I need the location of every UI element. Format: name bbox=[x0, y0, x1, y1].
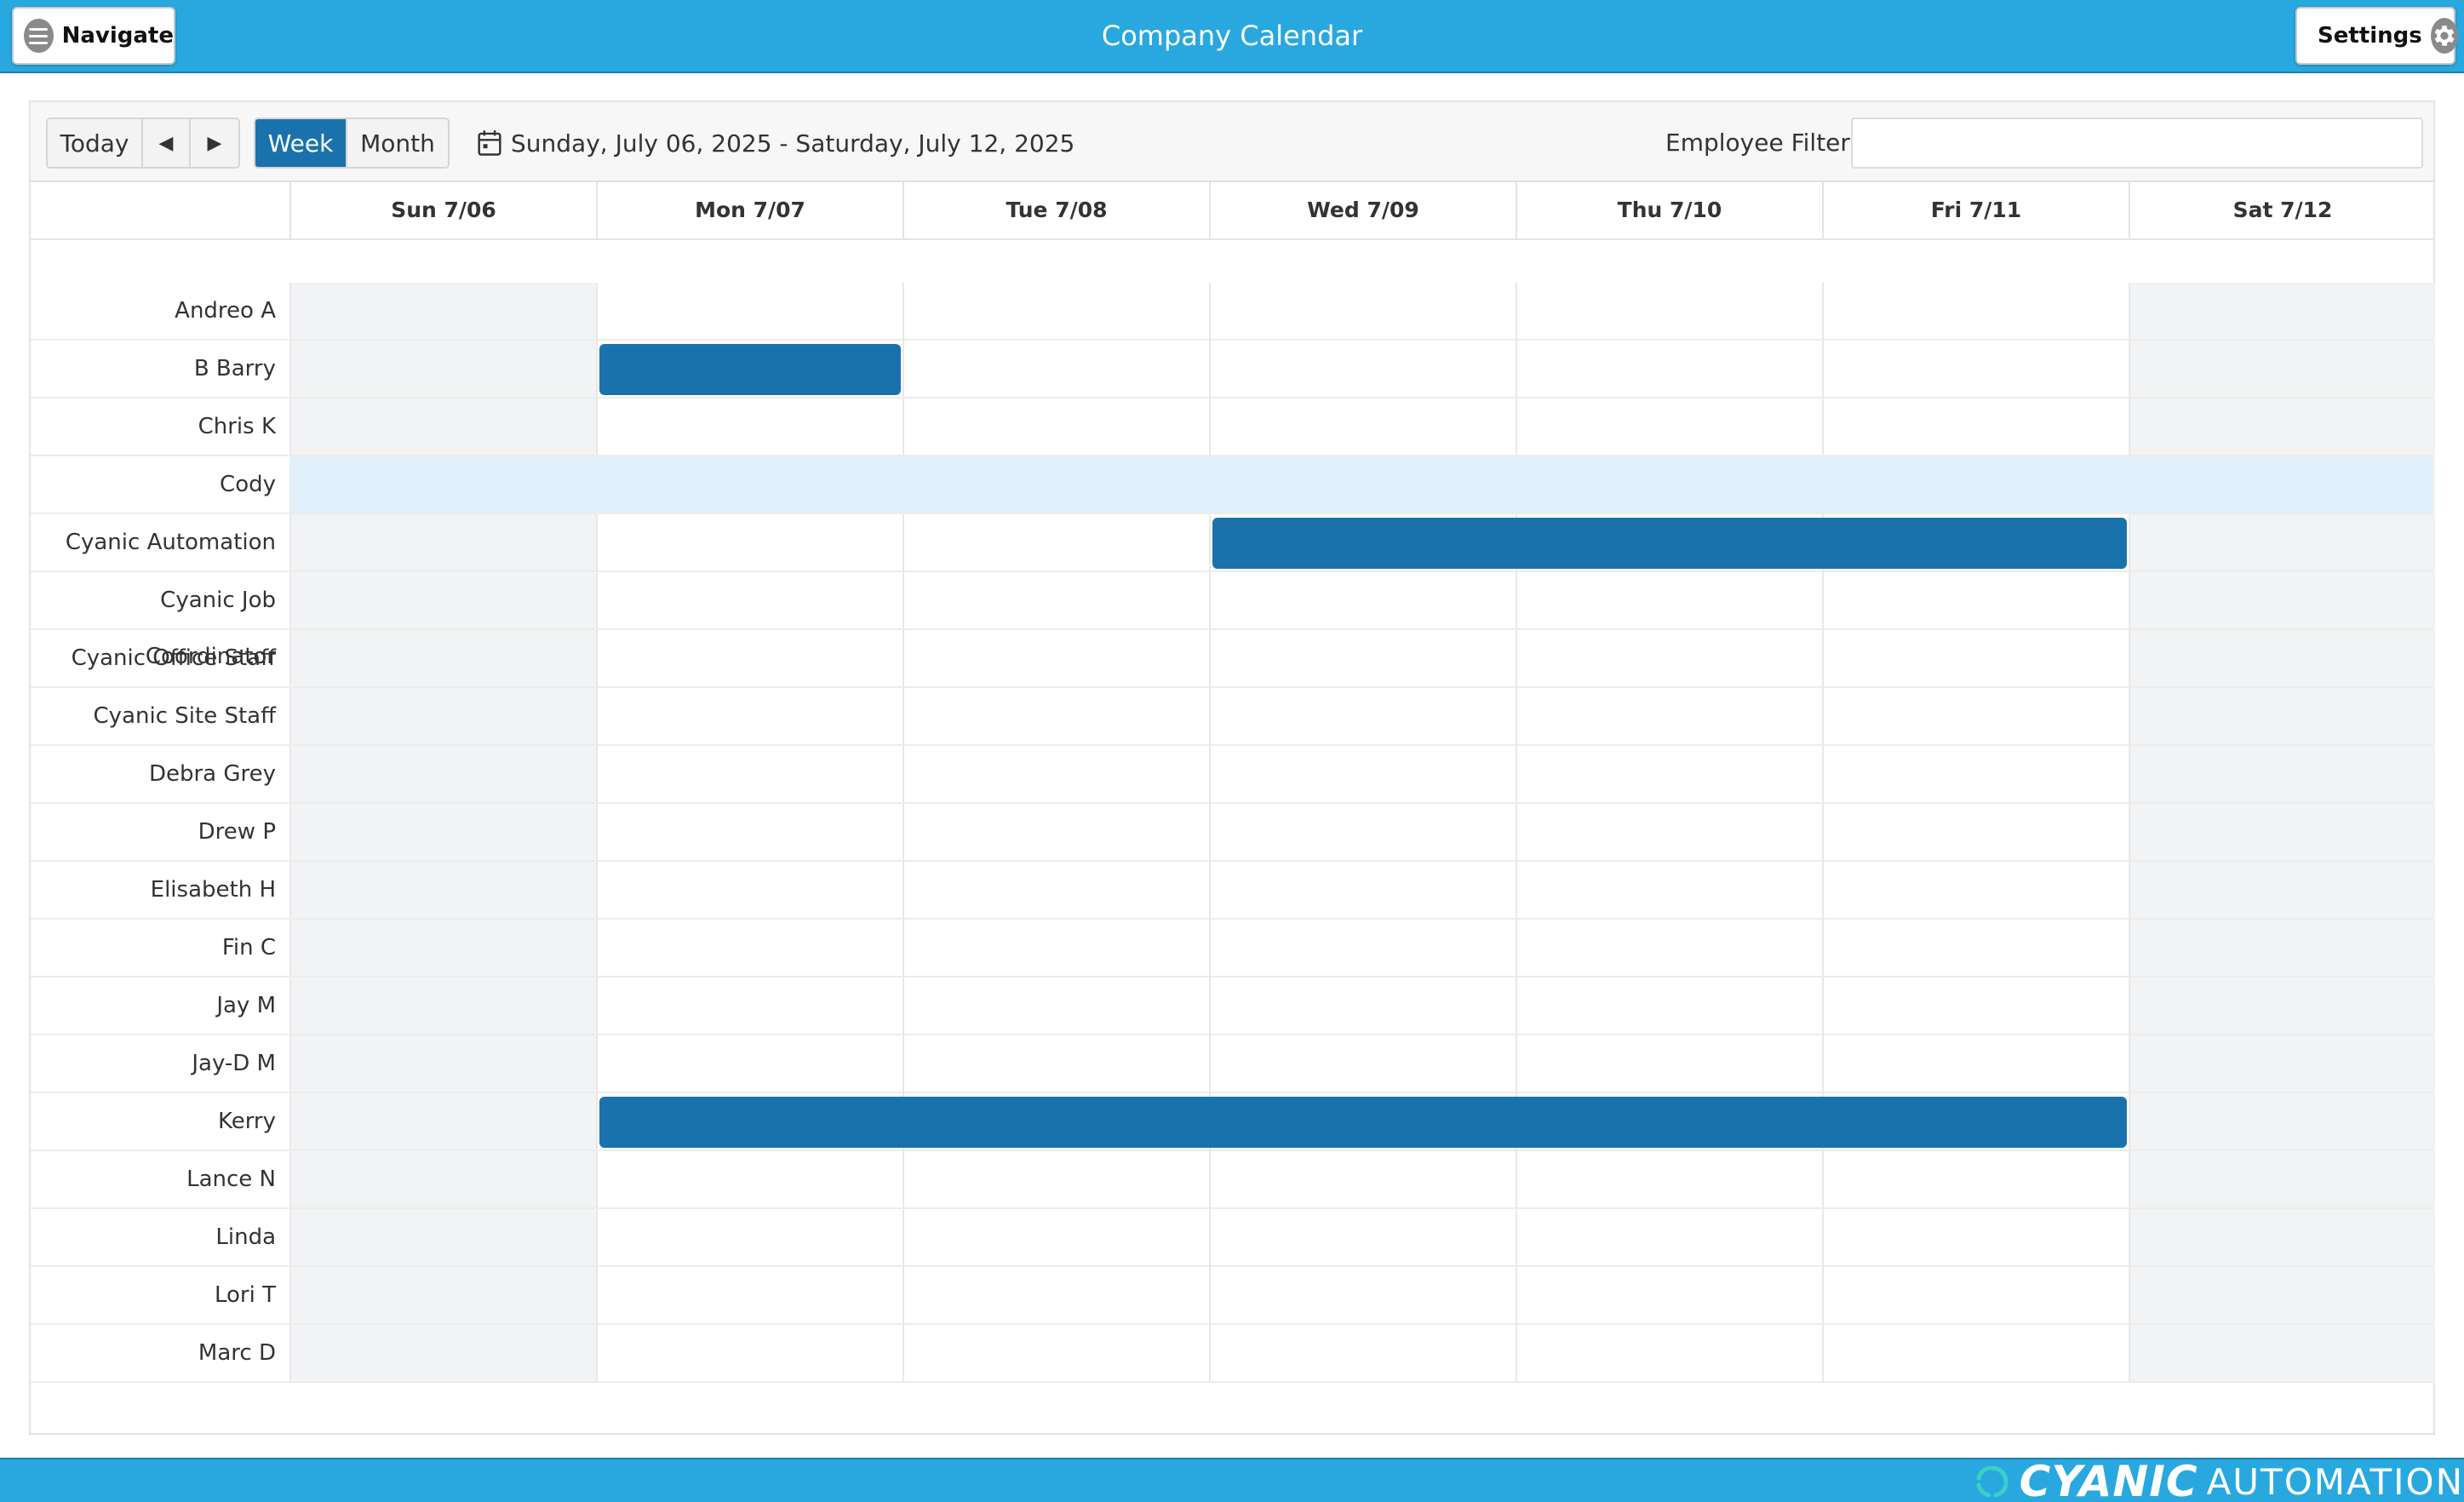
employee-name: Cyanic Automation bbox=[65, 530, 276, 555]
employee-filter-label: Employee Filter: bbox=[1665, 129, 1858, 157]
employee-row[interactable]: Jay M bbox=[31, 977, 2433, 1035]
brand-word-cyanic: CYANIC bbox=[2019, 1457, 2198, 1502]
day-header: Tue 7/08 bbox=[903, 182, 1209, 238]
caret-left-icon: ◀ bbox=[158, 132, 174, 154]
calendar-toolbar: Today ◀ ▶ Week Month Sunday, July 06, 20… bbox=[31, 102, 2433, 182]
week-view-button[interactable]: Week bbox=[255, 119, 347, 167]
day-header: Sat 7/12 bbox=[2129, 182, 2435, 238]
calendar-event[interactable] bbox=[599, 344, 901, 395]
employee-filter-input[interactable] bbox=[1851, 118, 2423, 169]
day-header: Fri 7/11 bbox=[1822, 182, 2129, 238]
employee-row[interactable]: Elisabeth H bbox=[31, 862, 2433, 920]
employee-row[interactable]: Andreo A bbox=[31, 283, 2433, 341]
employee-row[interactable]: B Barry bbox=[31, 341, 2433, 398]
month-view-button[interactable]: Month bbox=[347, 119, 448, 167]
settings-label: Settings bbox=[2318, 23, 2422, 49]
date-range-text: Sunday, July 06, 2025 - Saturday, July 1… bbox=[511, 129, 1075, 158]
settings-button[interactable]: Settings bbox=[2295, 7, 2458, 65]
employee-row[interactable]: Marc D bbox=[31, 1325, 2433, 1383]
employee-row[interactable]: Jay-D M bbox=[31, 1035, 2433, 1093]
employee-name: Linda bbox=[215, 1224, 276, 1250]
employee-row[interactable]: Debra Grey bbox=[31, 746, 2433, 804]
employee-row[interactable]: Lance N bbox=[31, 1151, 2433, 1209]
calendar-event[interactable] bbox=[1212, 518, 2127, 569]
employee-name: Chris K bbox=[198, 414, 276, 439]
employee-row[interactable]: Drew P bbox=[31, 804, 2433, 862]
employee-row[interactable]: Kerry bbox=[31, 1093, 2433, 1151]
employee-name: Drew P bbox=[198, 819, 276, 845]
employee-row[interactable]: Chris K bbox=[31, 398, 2433, 456]
next-week-button[interactable]: ▶ bbox=[191, 119, 238, 167]
employee-name: Jay M bbox=[216, 993, 276, 1018]
employee-name: Cody bbox=[220, 472, 276, 497]
employee-row[interactable]: Fin C bbox=[31, 920, 2433, 977]
employee-name: Cyanic Site Staff bbox=[93, 703, 276, 729]
employee-name: Marc D bbox=[198, 1340, 276, 1366]
employee-name: Kerry bbox=[217, 1109, 276, 1134]
brand-logo: CYANIC AUTOMATION bbox=[1974, 1457, 2464, 1502]
employee-row[interactable]: Lori T bbox=[31, 1267, 2433, 1325]
app-footer: CYANIC AUTOMATION bbox=[0, 1457, 2464, 1502]
day-header: Mon 7/07 bbox=[596, 182, 903, 238]
page-title: Company Calendar bbox=[1101, 20, 1363, 52]
employee-row[interactable]: Cyanic Office Staff bbox=[31, 630, 2433, 688]
caret-right-icon: ▶ bbox=[207, 132, 222, 154]
today-button[interactable]: Today bbox=[48, 119, 143, 167]
prev-week-button[interactable]: ◀ bbox=[143, 119, 191, 167]
employee-row[interactable]: Cody bbox=[31, 456, 2433, 514]
employee-name: Debra Grey bbox=[148, 761, 276, 787]
calendar-panel: Today ◀ ▶ Week Month Sunday, July 06, 20… bbox=[29, 100, 2435, 1435]
brand-word-automation: AUTOMATION bbox=[2206, 1460, 2464, 1502]
date-range[interactable]: Sunday, July 06, 2025 - Saturday, July 1… bbox=[477, 118, 1074, 169]
cyanic-logo-icon bbox=[1976, 1465, 2008, 1498]
employee-name: B Barry bbox=[193, 356, 276, 381]
employee-name: Andreo A bbox=[175, 298, 276, 324]
app-header: Navigate Company Calendar Settings bbox=[0, 0, 2464, 73]
day-header: Sun 7/06 bbox=[289, 182, 596, 238]
nav-button-group: Today ◀ ▶ bbox=[46, 118, 240, 169]
gear-icon bbox=[2430, 18, 2458, 54]
employee-name: Elisabeth H bbox=[150, 877, 276, 903]
employee-name: Fin C bbox=[221, 935, 276, 960]
employee-row[interactable]: Cyanic Automation bbox=[31, 514, 2433, 572]
employee-name: Lori T bbox=[215, 1282, 276, 1308]
employee-name: Jay-D M bbox=[192, 1051, 276, 1076]
day-header: Wed 7/09 bbox=[1209, 182, 1516, 238]
employee-row[interactable]: Cyanic Site Staff bbox=[31, 688, 2433, 746]
employee-name: Lance N bbox=[186, 1167, 276, 1192]
row-highlight bbox=[289, 456, 2433, 513]
view-button-group: Week Month bbox=[254, 118, 450, 169]
day-header: Thu 7/10 bbox=[1516, 182, 1822, 238]
calendar-event[interactable] bbox=[599, 1097, 2127, 1148]
employee-row[interactable]: Cyanic Job Coordinator bbox=[31, 572, 2433, 669]
employee-row[interactable]: Linda bbox=[31, 1209, 2433, 1267]
employee-name: Cyanic Office Staff bbox=[71, 645, 276, 671]
day-header-row: Sun 7/06 Mon 7/07 Tue 7/08 Wed 7/09 Thu 7/10… bbox=[31, 182, 2433, 240]
employee-name: Cyanic Job Coordinator bbox=[145, 588, 276, 669]
calendar-icon bbox=[478, 130, 501, 156]
calendar-grid: Andreo A B Barry Chris K Cody Cyanic Automat… bbox=[31, 240, 2435, 1390]
